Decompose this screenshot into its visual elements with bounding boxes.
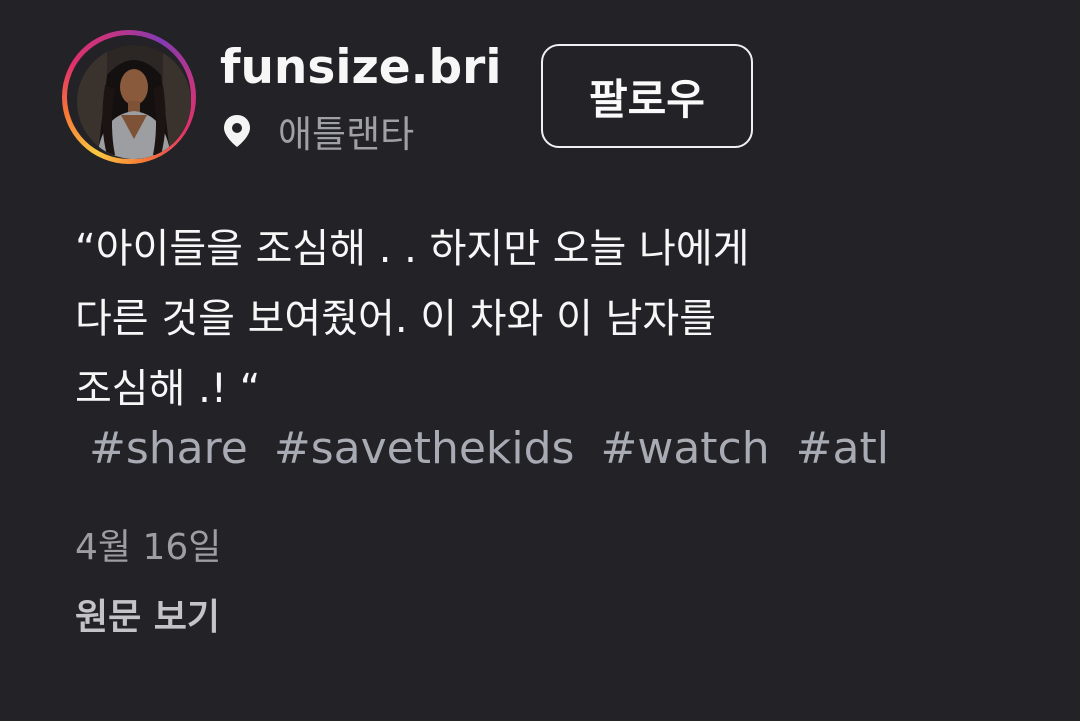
username[interactable]: funsize.bri xyxy=(220,38,501,98)
follow-button[interactable]: 팔로우 xyxy=(541,44,753,148)
hashtag-share[interactable]: #share xyxy=(89,423,248,474)
caption-line: “아이들을 조심해 . . 하지만 오늘 나에게 xyxy=(75,226,750,272)
avatar-image xyxy=(77,45,191,159)
hashtag-atl[interactable]: #atl xyxy=(796,423,889,474)
post-date: 4월 16일 xyxy=(75,527,222,568)
caption-line: 다른 것을 보여줬어. 이 차와 이 남자를 xyxy=(75,296,717,342)
post-header: funsize.bri 애틀랜타 팔로우 xyxy=(62,28,1022,168)
story-ring[interactable] xyxy=(62,30,196,164)
post-caption: “아이들을 조심해 . . 하지만 오늘 나에게 다른 것을 보여줬어. 이 차… xyxy=(75,214,1035,424)
hashtag-savethekids[interactable]: #savethekids xyxy=(274,423,575,474)
location-row[interactable]: 애틀랜타 xyxy=(222,104,414,158)
see-original-button[interactable]: 원문 보기 xyxy=(75,590,220,646)
profile-avatar[interactable] xyxy=(77,45,191,159)
hashtag-watch[interactable]: #watch xyxy=(600,423,769,474)
location-name: 애틀랜타 xyxy=(278,113,415,156)
location-pin-icon xyxy=(224,115,250,147)
hashtag-list: #share #savethekids #watch #atl xyxy=(89,414,901,484)
